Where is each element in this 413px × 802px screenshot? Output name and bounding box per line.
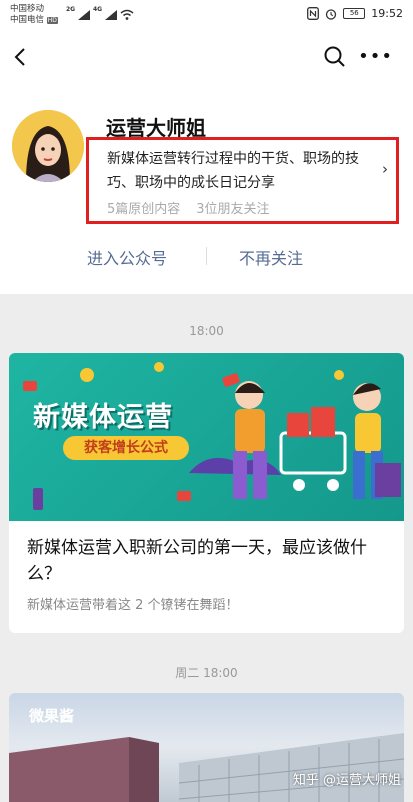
avatar[interactable] (12, 110, 84, 182)
network-type-1: 2G (66, 6, 76, 13)
message-timestamp: 18:00 (189, 324, 224, 338)
status-bar: 中国移动 中国电信 HD 2G 4G 56 19:52 (0, 0, 413, 30)
friends-following: 3位朋友关注 (196, 202, 270, 217)
signal-icon (78, 10, 90, 20)
cover-logo: 微果酱 (29, 707, 75, 725)
carrier-1: 中国移动 (10, 4, 45, 14)
network-type-2: 4G (93, 6, 103, 13)
article-title: 新媒体运营入职新公司的第一天，最应该做什么？ (27, 538, 367, 584)
message-timestamp-2: 周二 18:00 (175, 666, 238, 680)
signal-icon-2 (105, 10, 117, 20)
more-options-icon[interactable]: ••• (358, 48, 393, 66)
account-actions: 进入公众号 不再关注 (0, 241, 413, 271)
divider (206, 247, 207, 265)
unfollow-button[interactable]: 不再关注 (239, 245, 303, 269)
enter-account-button[interactable]: 进入公众号 (87, 245, 167, 269)
back-arrow-icon[interactable] (10, 46, 32, 68)
nfc-icon (307, 7, 320, 20)
search-icon[interactable] (323, 45, 347, 69)
avatar-illustration (12, 110, 84, 182)
alarm-icon (326, 8, 337, 20)
account-stats: 5篇原创内容 3位朋友关注 (107, 198, 270, 217)
hd-badge: HD (46, 17, 58, 24)
carrier-info: 中国移动 中国电信 HD (10, 4, 58, 26)
chevron-right-icon: › (382, 160, 388, 178)
battery-icon: 56 (343, 8, 366, 19)
wifi-icon (120, 9, 134, 20)
banner-tag: 获客增长公式 (63, 436, 189, 460)
watermark: 知乎 @运营大师姐 (292, 773, 401, 788)
article-card[interactable]: 新媒体运营 获客增长公式 新媒体运营入职新公司的第一天，最应该做什么？ 新媒体运… (9, 353, 404, 633)
article-banner: 新媒体运营 获客增长公式 (9, 353, 404, 521)
nav-bar: ••• (0, 30, 413, 86)
original-count: 5篇原创内容 (107, 202, 181, 217)
account-profile: 运营大师姐 新媒体运营转行过程中的干货、职场的技巧、职场中的成长日记分享 › 5… (0, 86, 413, 294)
banner-title: 新媒体运营 (33, 402, 173, 433)
status-right: 56 19:52 (307, 7, 403, 20)
article-subtitle: 新媒体运营带着这 2 个镣铐在舞蹈！ (27, 598, 239, 613)
account-description: 新媒体运营转行过程中的干货、职场的技巧、职场中的成长日记分享 (107, 151, 359, 191)
description-highlight-box[interactable]: 新媒体运营转行过程中的干货、职场的技巧、职场中的成长日记分享 › 5篇原创内容 3… (86, 137, 399, 224)
clock: 19:52 (371, 7, 403, 20)
carrier-2: 中国电信 (10, 15, 45, 25)
